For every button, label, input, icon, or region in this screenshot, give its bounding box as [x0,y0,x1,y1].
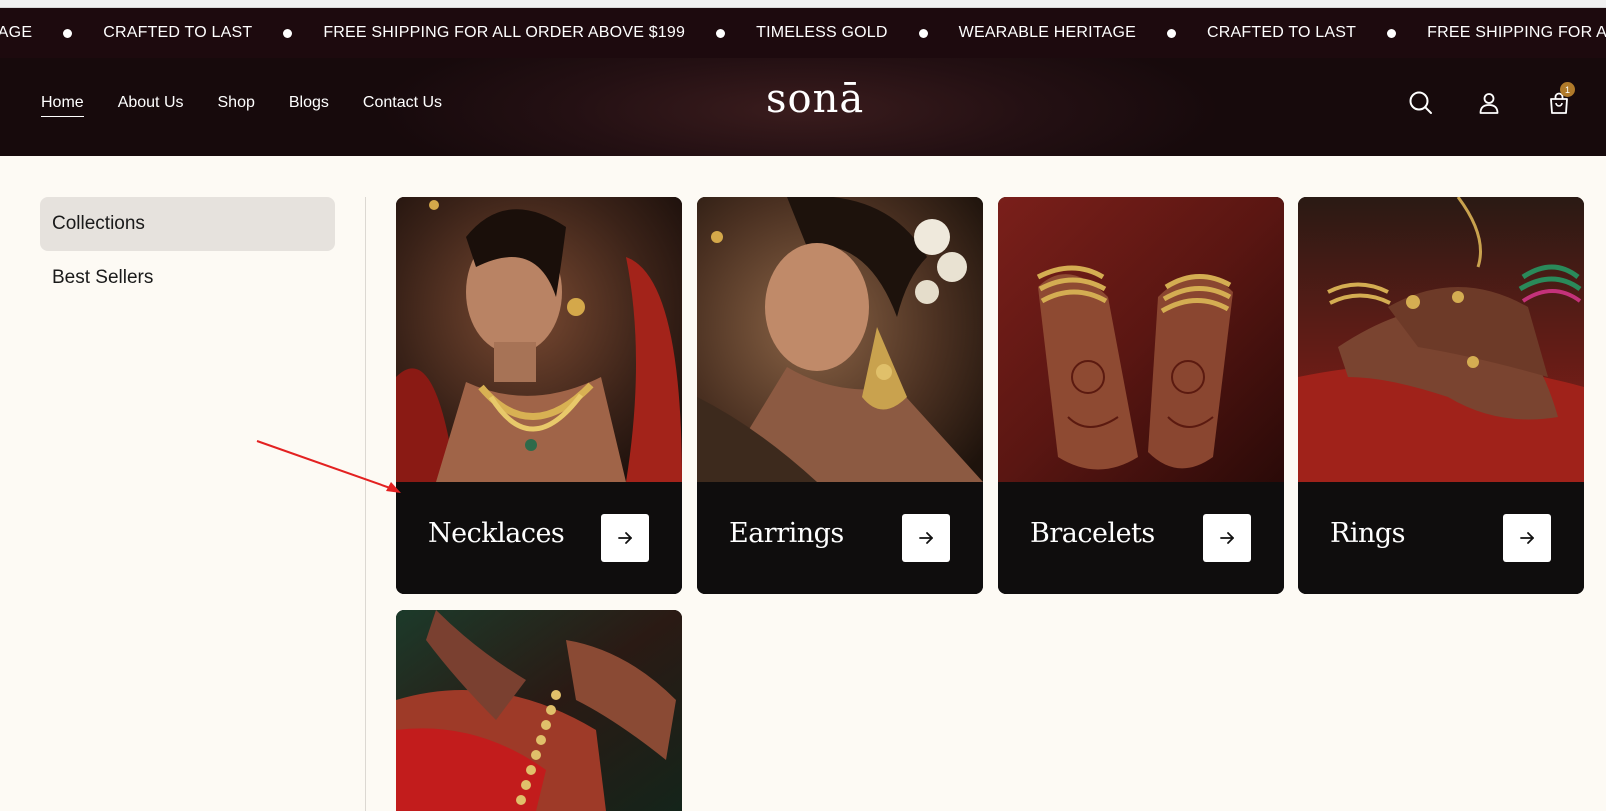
sidebar-item-collections[interactable]: Collections [40,197,335,251]
nav-about-us[interactable]: About Us [118,94,184,117]
arrow-right-button[interactable] [1203,514,1251,562]
cart-count-badge: 1 [1560,82,1575,97]
card-title: Earrings [729,518,844,549]
collection-card-rings[interactable]: Rings [1298,197,1584,594]
collection-photo [396,610,682,811]
annotation-arrow-icon [256,440,401,493]
bullet-dot-icon [1387,28,1397,38]
ticker-item: WEARABLE HERITAGE [959,24,1207,42]
earrings-photo [697,197,983,482]
browser-top-edge [0,0,1606,8]
nav-shop[interactable]: Shop [218,94,255,117]
ticker-item: HERITAGE [0,24,103,42]
site-header: Home About Us Shop Blogs Contact Us sonā… [0,58,1606,156]
bullet-dot-icon [283,28,293,38]
necklaces-photo [396,197,682,482]
ticker-item: TIMELESS GOLD [756,24,959,42]
card-footer: Earrings [697,482,983,594]
card-title: Bracelets [1030,518,1155,549]
collection-card-5[interactable] [396,610,682,811]
bullet-dot-icon [918,28,928,38]
main-nav: Home About Us Shop Blogs Contact Us [41,94,442,117]
announcement-ticker: HERITAGE CRAFTED TO LAST FREE SHIPPING F… [0,8,1606,58]
bullet-dot-icon [716,28,726,38]
ticker-track: HERITAGE CRAFTED TO LAST FREE SHIPPING F… [0,8,1606,58]
ticker-item: FREE SHIPPING FOR ALL ORDER ABOVE $199 [323,24,756,42]
card-footer: Bracelets [998,482,1284,594]
card-footer: Rings [1298,482,1584,594]
collection-card-bracelets[interactable]: Bracelets [998,197,1284,594]
search-icon[interactable] [1406,88,1436,118]
arrow-right-icon [1220,532,1234,544]
arrow-right-button[interactable] [601,514,649,562]
sidebar: Collections Best Sellers [40,197,335,305]
bullet-dot-icon [63,28,73,38]
arrow-right-icon [618,532,632,544]
collection-card-necklaces[interactable]: Necklaces [396,197,682,594]
site-logo[interactable]: sonā [766,76,864,122]
arrow-right-icon [919,532,933,544]
cart-icon[interactable]: 1 [1544,82,1575,118]
sidebar-divider [365,197,366,811]
nav-home[interactable]: Home [41,94,84,117]
account-icon[interactable] [1474,88,1504,118]
bullet-dot-icon [1167,28,1177,38]
sidebar-item-label: Collections [52,213,145,234]
ticker-item: CRAFTED TO LAST [103,24,323,42]
card-title: Necklaces [428,518,565,549]
ticker-item: FREE SHIPPING FOR ALL ORDE [1427,24,1606,41]
ticker-item: CRAFTED TO LAST [1207,24,1427,42]
card-title: Rings [1330,518,1406,549]
card-footer: Necklaces [396,482,682,594]
arrow-right-icon [1520,532,1534,544]
nav-blogs[interactable]: Blogs [289,94,329,117]
arrow-right-button[interactable] [902,514,950,562]
nav-contact-us[interactable]: Contact Us [363,94,442,117]
bracelets-photo [998,197,1284,482]
collection-card-earrings[interactable]: Earrings [697,197,983,594]
rings-photo [1298,197,1584,482]
arrow-right-button[interactable] [1503,514,1551,562]
sidebar-item-best-sellers[interactable]: Best Sellers [40,251,335,305]
sidebar-item-label: Best Sellers [52,267,154,288]
